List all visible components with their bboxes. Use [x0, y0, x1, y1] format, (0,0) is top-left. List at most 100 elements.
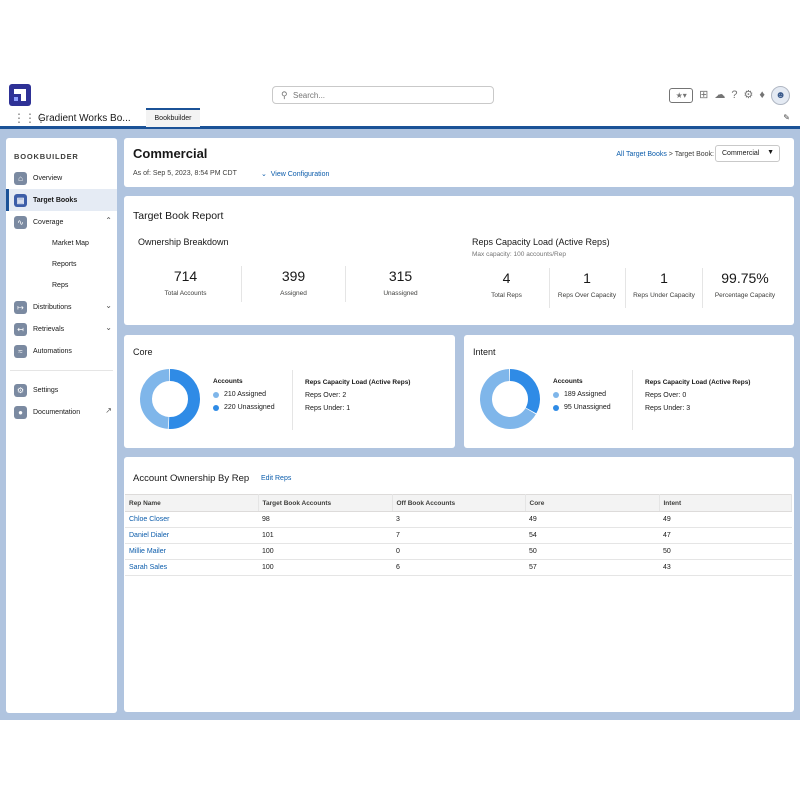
breadcrumb: All Target Books > Target Book: — [616, 151, 714, 158]
divider — [345, 266, 346, 302]
column-header-core[interactable]: Core — [525, 494, 660, 512]
automation-icon: ≈ — [14, 344, 27, 358]
donut-slice-assigned[interactable] — [140, 369, 170, 429]
breadcrumb-separator: > Target Book: — [666, 151, 714, 158]
trailhead-icon[interactable]: ☁ — [714, 88, 725, 102]
column-header-rep-name[interactable]: Rep Name — [125, 494, 259, 512]
avatar[interactable]: ☻ — [771, 85, 790, 105]
stat-value: 1 — [583, 270, 591, 286]
sidebar-subitem-reports[interactable]: Reports — [6, 254, 117, 275]
search-icon: ⚲ — [281, 90, 288, 100]
sidebar-subitem-reps[interactable]: Reps — [6, 275, 117, 296]
setup-gear-icon[interactable]: ⚙ — [744, 88, 754, 102]
table-cell: 57 — [525, 559, 659, 576]
stat-value: 99.75% — [721, 270, 769, 286]
chevron-down-icon[interactable]: ⌄ — [105, 323, 112, 332]
sidebar-item-label: Retrievals — [33, 325, 65, 333]
column-header-off-book-accounts[interactable]: Off Book Accounts — [392, 494, 526, 512]
share-icon: ↦ — [14, 300, 27, 314]
legend-label: 210 Assigned — [224, 391, 267, 398]
legend-label: 95 Unassigned — [564, 404, 611, 411]
divider — [549, 268, 550, 308]
donut-slice-unassigned[interactable] — [168, 369, 200, 429]
divider — [702, 268, 703, 308]
sidebar-item-label: Documentation — [33, 408, 81, 416]
table-row: Daniel Dialer 101 7 54 47 — [125, 527, 792, 544]
table-cell: 0 — [392, 543, 525, 560]
donut-slice-unassigned[interactable] — [509, 369, 540, 414]
divider — [632, 370, 633, 430]
table-row: Chloe Closer 98 3 49 49 — [125, 511, 792, 528]
reps-under: Reps Under: 3 — [645, 405, 691, 412]
sidebar-item-overview[interactable]: ⌂ Overview — [6, 167, 117, 189]
core-accounts-donut-chart[interactable] — [139, 368, 201, 430]
sidebar-item-target-books[interactable]: ▤ Target Books — [6, 189, 117, 211]
sidebar-item-retrievals[interactable]: ↤ Retrievals ⌄ — [6, 318, 117, 340]
sidebar-item-documentation[interactable]: ● Documentation ↗ — [6, 401, 117, 423]
retrieve-icon: ↤ — [14, 322, 27, 336]
intent-accounts-donut-chart[interactable] — [479, 368, 541, 430]
table-cell: 3 — [392, 511, 525, 528]
add-icon[interactable]: ⊞ — [699, 88, 708, 102]
accounts-legend-title: Accounts — [553, 378, 583, 385]
chevron-down-icon: ⌄ — [261, 171, 267, 178]
column-header-intent[interactable]: Intent — [659, 494, 792, 512]
home-icon: ⌂ — [14, 171, 27, 185]
column-header-target-book-accounts[interactable]: Target Book Accounts — [258, 494, 393, 512]
edit-pencil-icon[interactable]: ✎ — [783, 113, 790, 122]
target-book-select[interactable]: Commercial ▼ — [715, 145, 780, 162]
stat-total-accounts: 714 Total Accounts — [138, 268, 233, 298]
stat-value: 399 — [281, 268, 306, 284]
table-cell: 47 — [659, 527, 792, 544]
divider — [625, 268, 626, 308]
sidebar-item-coverage[interactable]: ∿ Coverage ⌃ — [6, 211, 117, 233]
table-row: Sarah Sales 100 6 57 43 — [125, 559, 792, 576]
org-logo[interactable] — [9, 84, 31, 106]
rep-name-link[interactable]: Chloe Closer — [125, 511, 258, 528]
rep-name-link[interactable]: Millie Mailer — [125, 543, 258, 560]
segment-title: Intent — [473, 347, 496, 357]
legend-dot-unassigned — [213, 404, 219, 411]
divider — [241, 266, 242, 302]
as-of-timestamp: As of: Sep 5, 2023, 8:54 PM CDT — [133, 170, 237, 177]
gear-icon: ⚙ — [14, 383, 27, 397]
global-search[interactable]: ⚲ — [272, 86, 494, 104]
page-title: Commercial — [133, 146, 208, 161]
stat-value: 4 — [502, 270, 511, 286]
help-icon[interactable]: ? — [731, 88, 737, 102]
stat-label: Unassigned — [383, 290, 418, 297]
legend-assigned: 210 Assigned — [213, 391, 266, 398]
stat-percentage-capacity: 99.75% Percentage Capacity — [706, 270, 784, 300]
stat-label: Reps Under Capacity — [633, 292, 695, 299]
divider — [292, 370, 293, 430]
notifications-bell-icon[interactable]: ♦ — [759, 88, 765, 102]
app-frame: ⚲ ★▾ ⊞ ☁ ? ⚙ ♦ ☻ ⋮⋮⋮ Gradient Works Bo..… — [0, 80, 800, 720]
all-target-books-link[interactable]: All Target Books — [616, 151, 666, 158]
chevron-down-icon[interactable]: ⌄ — [105, 301, 112, 310]
favorites-star-icon[interactable]: ★▾ — [669, 87, 694, 103]
table-cell: 50 — [659, 543, 792, 560]
stat-unassigned: 315 Unassigned — [353, 268, 448, 298]
chevron-up-icon[interactable]: ⌃ — [105, 216, 112, 225]
sidebar-item-distributions[interactable]: ↦ Distributions ⌄ — [6, 296, 117, 318]
tab-bookbuilder[interactable]: Bookbuilder — [146, 108, 200, 127]
sidebar-subitem-market-map[interactable]: Market Map — [6, 233, 117, 254]
book-icon: ▤ — [14, 193, 27, 207]
capacity-subtitle: Max capacity: 100 accounts/Rep — [472, 251, 566, 258]
sidebar-item-settings[interactable]: ⚙ Settings — [6, 379, 117, 401]
sidebar-item-label: Settings — [33, 386, 59, 394]
sidebar-item-label: Target Books — [33, 196, 78, 204]
app-name: Gradient Works Bo... — [38, 113, 131, 124]
report-title: Target Book Report — [133, 210, 224, 222]
rep-name-link[interactable]: Sarah Sales — [125, 559, 258, 576]
view-configuration-label: View Configuration — [270, 171, 330, 178]
reps-over: Reps Over: 2 — [305, 392, 347, 399]
search-input[interactable] — [293, 89, 483, 102]
sidebar-item-automations[interactable]: ≈ Automations — [6, 340, 117, 362]
page-header-card: Commercial As of: Sep 5, 2023, 8:54 PM C… — [124, 138, 794, 187]
rep-name-link[interactable]: Daniel Dialer — [125, 527, 258, 544]
table-cell: 100 — [258, 543, 392, 560]
edit-reps-link[interactable]: Edit Reps — [261, 475, 291, 482]
view-configuration-link[interactable]: ⌄ View Configuration — [261, 170, 329, 178]
reps-under: Reps Under: 1 — [305, 405, 351, 412]
